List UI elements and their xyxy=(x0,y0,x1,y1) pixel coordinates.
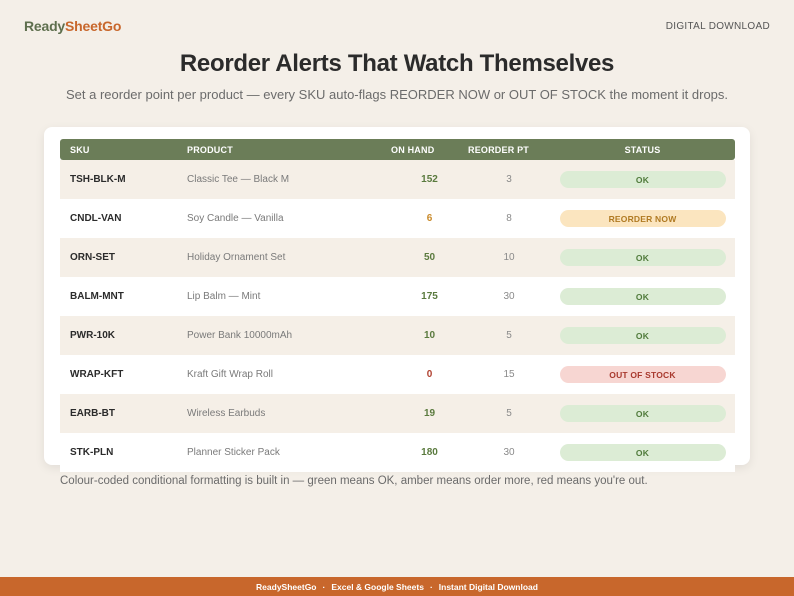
status-badge: OK xyxy=(559,288,726,305)
cell-product: Planner Sticker Pack xyxy=(187,447,280,458)
cell-product: Soy Candle — Vanilla xyxy=(187,213,284,224)
cell-status: OK xyxy=(550,327,735,344)
cell-sku: WRAP-KFT xyxy=(70,369,124,380)
footnote: Colour-coded conditional formatting is b… xyxy=(60,475,648,487)
table-row: STK-PLN Planner Sticker Pack 180 30 OK xyxy=(60,433,735,472)
cell-status: OK xyxy=(550,249,735,266)
footer-separator: · xyxy=(322,581,326,592)
status-badge: OK xyxy=(559,405,726,422)
status-badge: OK xyxy=(559,444,726,461)
cell-sku: ORN-SET xyxy=(70,252,115,263)
table-body: TSH-BLK-M Classic Tee — Black M 152 3 OK CNDL… xyxy=(60,160,735,472)
footer-separator: · xyxy=(429,581,433,592)
cell-on-hand: 10 xyxy=(423,330,436,341)
table-row: ORN-SET Holiday Ornament Set 50 10 OK xyxy=(60,238,735,277)
cell-reorder-pt: 30 xyxy=(503,291,515,302)
cell-on-hand: 19 xyxy=(423,408,436,419)
cell-reorder-pt: 8 xyxy=(506,213,512,224)
cell-product: Power Bank 10000mAh xyxy=(187,330,293,341)
footer-item-brand: ReadySheetGo xyxy=(256,581,317,592)
table-row: EARB-BT Wireless Earbuds 19 5 OK xyxy=(60,394,735,433)
cell-status: OK xyxy=(550,405,735,422)
cell-product: Wireless Earbuds xyxy=(187,408,266,419)
cell-status: OK xyxy=(550,288,735,305)
footer-item-platforms: Excel & Google Sheets xyxy=(331,581,424,592)
cell-on-hand: 175 xyxy=(421,291,438,302)
cell-product: Holiday Ornament Set xyxy=(187,252,286,263)
cell-reorder-pt: 15 xyxy=(503,369,515,380)
cell-reorder-pt: 5 xyxy=(506,330,512,341)
brand-part-2: SheetGo xyxy=(65,18,122,34)
cell-status: OUT OF STOCK xyxy=(550,366,735,383)
page-subtitle: Set a reorder point per product — every … xyxy=(65,87,729,102)
cell-sku: STK-PLN xyxy=(70,447,114,458)
cell-product: Classic Tee — Black M xyxy=(187,174,290,185)
table-row: CNDL-VAN Soy Candle — Vanilla 6 8 REORDER NO… xyxy=(60,199,735,238)
table-header: SKU PRODUCT ON HAND REORDER PT STATUS xyxy=(60,139,735,160)
cell-reorder-pt: 3 xyxy=(506,174,512,185)
cell-on-hand: 0 xyxy=(426,369,433,380)
header-on-hand: ON HAND xyxy=(391,144,435,155)
table-row: BALM-MNT Lip Balm — Mint 175 30 OK xyxy=(60,277,735,316)
cell-on-hand: 6 xyxy=(426,213,433,224)
cell-sku: CNDL-VAN xyxy=(70,213,122,224)
cell-status: OK xyxy=(550,171,735,188)
table-row: TSH-BLK-M Classic Tee — Black M 152 3 OK xyxy=(60,160,735,199)
footer-item-delivery: Instant Digital Download xyxy=(438,581,538,592)
status-badge: OK xyxy=(559,171,726,188)
cell-product: Lip Balm — Mint xyxy=(187,291,261,302)
cell-on-hand: 180 xyxy=(421,447,438,458)
header-status: STATUS xyxy=(624,144,661,155)
cell-sku: BALM-MNT xyxy=(70,291,124,302)
cell-on-hand: 152 xyxy=(421,174,438,185)
cell-status: OK xyxy=(550,444,735,461)
brand-part-1: Ready xyxy=(24,18,66,34)
page-title: Reorder Alerts That Watch Themselves xyxy=(179,50,615,77)
cell-on-hand: 50 xyxy=(423,252,436,263)
status-badge: OK xyxy=(559,327,726,344)
cell-reorder-pt: 30 xyxy=(503,447,515,458)
inventory-table: SKU PRODUCT ON HAND REORDER PT STATUS TS… xyxy=(60,139,735,472)
brand-logo: ReadySheetGo xyxy=(24,18,121,34)
cell-sku: TSH-BLK-M xyxy=(70,174,126,185)
header-reorder-pt: REORDER PT xyxy=(468,144,530,155)
inventory-card: SKU PRODUCT ON HAND REORDER PT STATUS TS… xyxy=(44,127,750,472)
status-badge: OUT OF STOCK xyxy=(559,366,726,383)
header-sku: SKU xyxy=(70,144,90,155)
cell-sku: EARB-BT xyxy=(70,408,115,419)
table-row: WRAP-KFT Kraft Gift Wrap Roll 0 15 OUT OF ST… xyxy=(60,355,735,394)
table-row: PWR-10K Power Bank 10000mAh 10 5 OK xyxy=(60,316,735,355)
footer-bar: ReadySheetGo · Excel & Google Sheets · I… xyxy=(0,577,794,596)
status-badge: REORDER NOW xyxy=(559,210,726,227)
cell-product: Kraft Gift Wrap Roll xyxy=(187,369,273,380)
cell-status: REORDER NOW xyxy=(550,210,735,227)
cell-sku: PWR-10K xyxy=(70,330,116,341)
status-badge: OK xyxy=(559,249,726,266)
header-product: PRODUCT xyxy=(187,144,233,155)
cell-reorder-pt: 5 xyxy=(506,408,512,419)
digital-download-label: DIGITAL DOWNLOAD xyxy=(665,21,770,32)
cell-reorder-pt: 10 xyxy=(503,252,515,263)
